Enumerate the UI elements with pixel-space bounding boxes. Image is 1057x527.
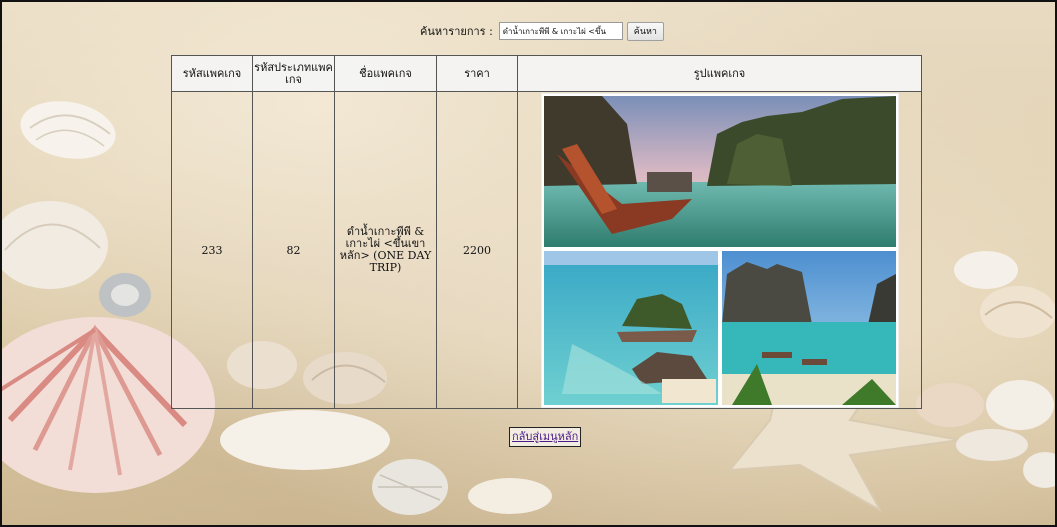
page-frame [0,0,1057,527]
